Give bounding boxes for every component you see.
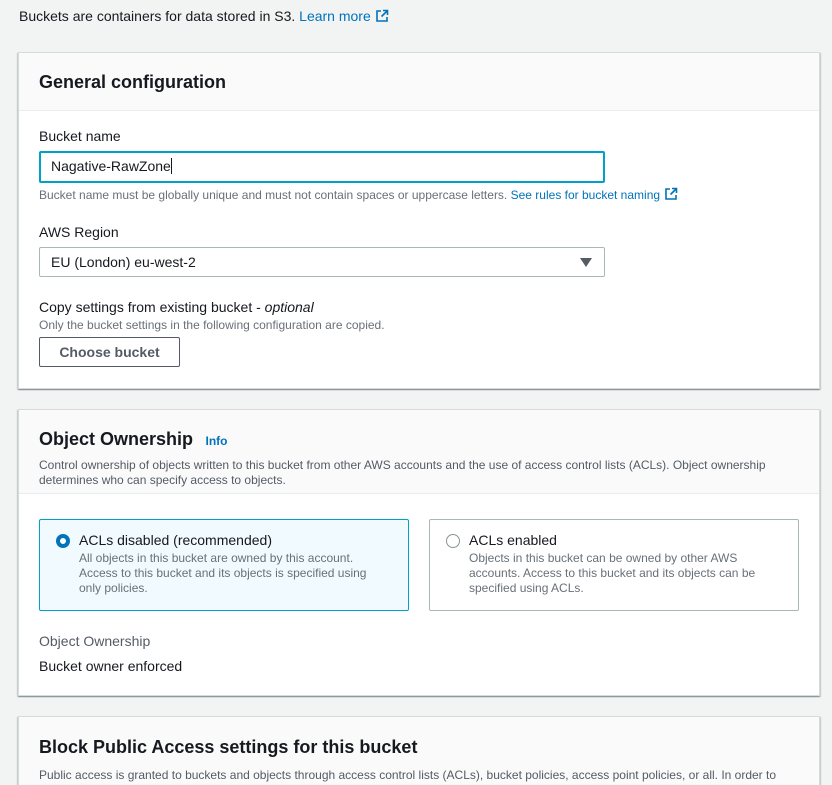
acls-disabled-option[interactable]: ACLs disabled (recommended) All objects …	[39, 519, 409, 611]
learn-more-link[interactable]: Learn more	[299, 8, 389, 24]
choose-bucket-button[interactable]: Choose bucket	[39, 337, 180, 367]
bucket-naming-rules-link[interactable]: See rules for bucket naming	[511, 187, 678, 202]
bucket-name-label: Bucket name	[39, 128, 121, 144]
caret-down-icon	[580, 258, 592, 267]
intro-text: Buckets are containers for data stored i…	[19, 8, 389, 24]
object-ownership-description: Control ownership of objects written to …	[39, 458, 766, 487]
aws-region-select[interactable]: EU (London) eu-west-2	[39, 247, 605, 277]
object-ownership-field-label: Object Ownership	[39, 633, 151, 649]
radio-unselected-icon[interactable]	[446, 534, 460, 548]
text-caret	[170, 158, 172, 174]
copy-settings-hint: Only the bucket settings in the followin…	[39, 318, 385, 332]
object-ownership-header: Object Ownership Info Control ownership …	[19, 410, 819, 494]
acls-enabled-description: Objects in this bucket can be owned by o…	[469, 551, 756, 595]
intro-description: Buckets are containers for data stored i…	[19, 8, 296, 24]
copy-settings-label: Copy settings from existing bucket - opt…	[39, 299, 314, 315]
info-link[interactable]: Info	[205, 434, 227, 448]
block-public-access-title: Block Public Access settings for this bu…	[39, 737, 418, 757]
acls-disabled-label: ACLs disabled (recommended)	[79, 532, 272, 548]
external-link-icon	[375, 9, 389, 22]
block-public-access-header: Block Public Access settings for this bu…	[19, 717, 819, 785]
object-ownership-panel: Object Ownership Info Control ownership …	[18, 409, 820, 696]
object-ownership-title: Object Ownership	[39, 429, 194, 449]
block-public-access-panel: Block Public Access settings for this bu…	[18, 716, 820, 785]
general-configuration-panel: General configuration Bucket name Nagati…	[18, 52, 820, 389]
optional-tag: optional	[264, 299, 314, 315]
general-configuration-title: General configuration	[39, 72, 227, 92]
general-configuration-header: General configuration	[19, 53, 819, 111]
external-link-icon	[665, 187, 678, 200]
acls-enabled-option[interactable]: ACLs enabled Objects in this bucket can …	[429, 519, 799, 611]
block-public-access-description: Public access is granted to buckets and …	[39, 768, 777, 785]
aws-region-label: AWS Region	[39, 224, 119, 240]
object-ownership-field-value: Bucket owner enforced	[39, 658, 183, 674]
aws-region-value: EU (London) eu-west-2	[51, 254, 196, 270]
radio-selected-icon[interactable]	[56, 534, 70, 548]
acls-enabled-label: ACLs enabled	[469, 532, 557, 548]
bucket-name-value: Nagative-RawZone	[51, 158, 171, 174]
acls-disabled-description: All objects in this bucket are owned by …	[79, 551, 367, 595]
bucket-name-hint: Bucket name must be globally unique and …	[39, 187, 678, 202]
bucket-name-input[interactable]: Nagative-RawZone	[39, 151, 605, 183]
